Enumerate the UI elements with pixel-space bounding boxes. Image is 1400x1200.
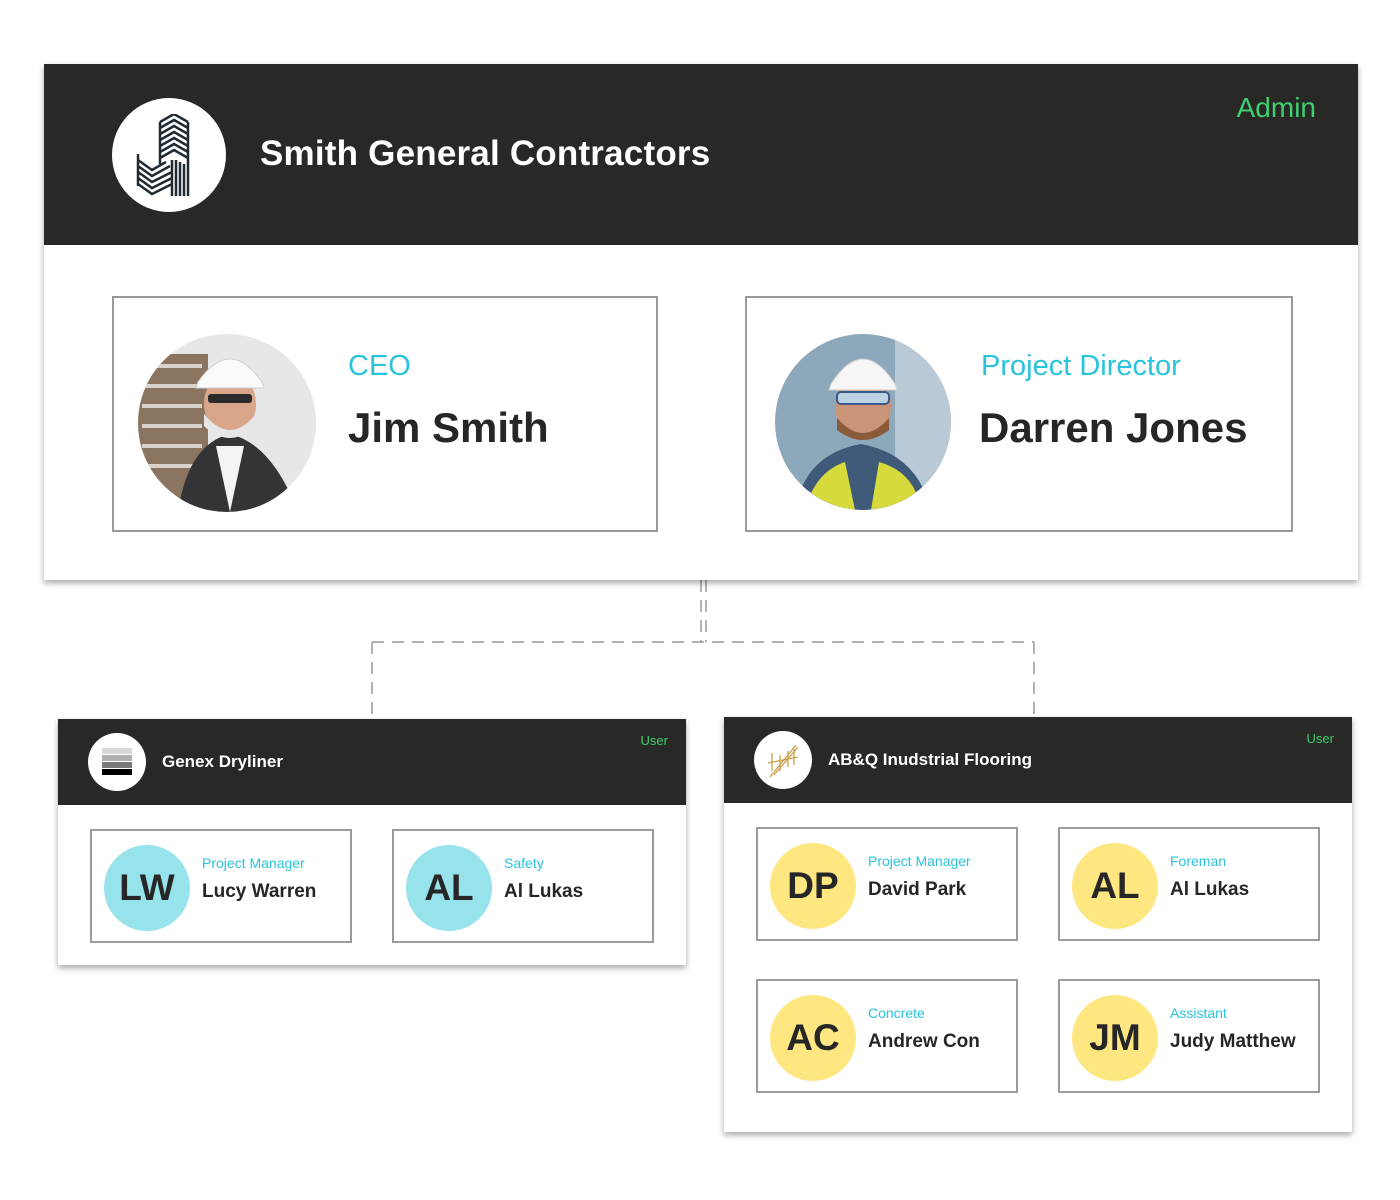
member-name: David Park — [868, 879, 967, 900]
executive-title: Project Director — [981, 350, 1181, 382]
member-title: Concrete — [868, 1005, 925, 1021]
member-name: Judy Matthew — [1170, 1031, 1296, 1052]
subcontractor-name: Genex Dryliner — [162, 752, 283, 771]
avatar: AL — [406, 845, 492, 931]
member-name: Andrew Con — [868, 1031, 980, 1052]
company-header: Smith General Contractors Admin — [44, 64, 1358, 245]
member-name: Al Lukas — [1170, 879, 1250, 900]
avatar: AC — [770, 995, 856, 1081]
subcontractor-card: AB&Q Inudstrial Flooring User DP Project… — [724, 717, 1352, 1132]
photo-icon — [775, 334, 951, 510]
member-title: Project Manager — [202, 855, 305, 871]
subcontractor-header: Genex Dryliner User — [58, 719, 686, 805]
member-name: Al Lukas — [504, 881, 584, 902]
avatar: AL — [1072, 843, 1158, 929]
avatar: JM — [1072, 995, 1158, 1081]
member-card[interactable]: AL Foreman Al Lukas — [1058, 827, 1320, 941]
building-logo-icon — [112, 98, 226, 212]
subcontractor-name: AB&Q Inudstrial Flooring — [828, 750, 1032, 769]
member-card[interactable]: AL Safety Al Lukas — [392, 829, 654, 943]
executive-title: CEO — [348, 350, 411, 382]
avatar: DP — [770, 843, 856, 929]
member-card[interactable]: AC Concrete Andrew Con — [756, 979, 1018, 1093]
photo-icon — [138, 334, 316, 512]
company-card: Smith General Contractors Admin CEO Jim … — [44, 64, 1358, 580]
member-card[interactable]: JM Assistant Judy Matthew — [1058, 979, 1320, 1093]
executive-name: Jim Smith — [348, 404, 549, 451]
subcontractor-role-label: User — [640, 733, 668, 748]
executive-name: Darren Jones — [979, 404, 1248, 451]
avatar: LW — [104, 845, 190, 931]
member-card[interactable]: LW Project Manager Lucy Warren — [90, 829, 352, 943]
executive-card[interactable]: CEO Jim Smith — [112, 296, 658, 532]
stacked-layers-logo-icon — [88, 733, 146, 791]
member-title: Foreman — [1170, 853, 1227, 869]
company-name: Smith General Contractors — [260, 134, 711, 173]
member-title: Project Manager — [868, 853, 971, 869]
member-name: Lucy Warren — [202, 881, 317, 902]
member-title: Assistant — [1170, 1005, 1227, 1021]
member-card[interactable]: DP Project Manager David Park — [756, 827, 1018, 941]
subcontractor-role-label: User — [1306, 731, 1334, 746]
executive-card[interactable]: Project Director Darren Jones — [745, 296, 1293, 532]
gold-lines-logo-icon — [754, 731, 812, 789]
subcontractor-header: AB&Q Inudstrial Flooring User — [724, 717, 1352, 803]
subcontractor-card: Genex Dryliner User LW Project Manager L… — [58, 719, 686, 965]
company-role-label: Admin — [1236, 92, 1316, 123]
member-title: Safety — [504, 855, 544, 871]
